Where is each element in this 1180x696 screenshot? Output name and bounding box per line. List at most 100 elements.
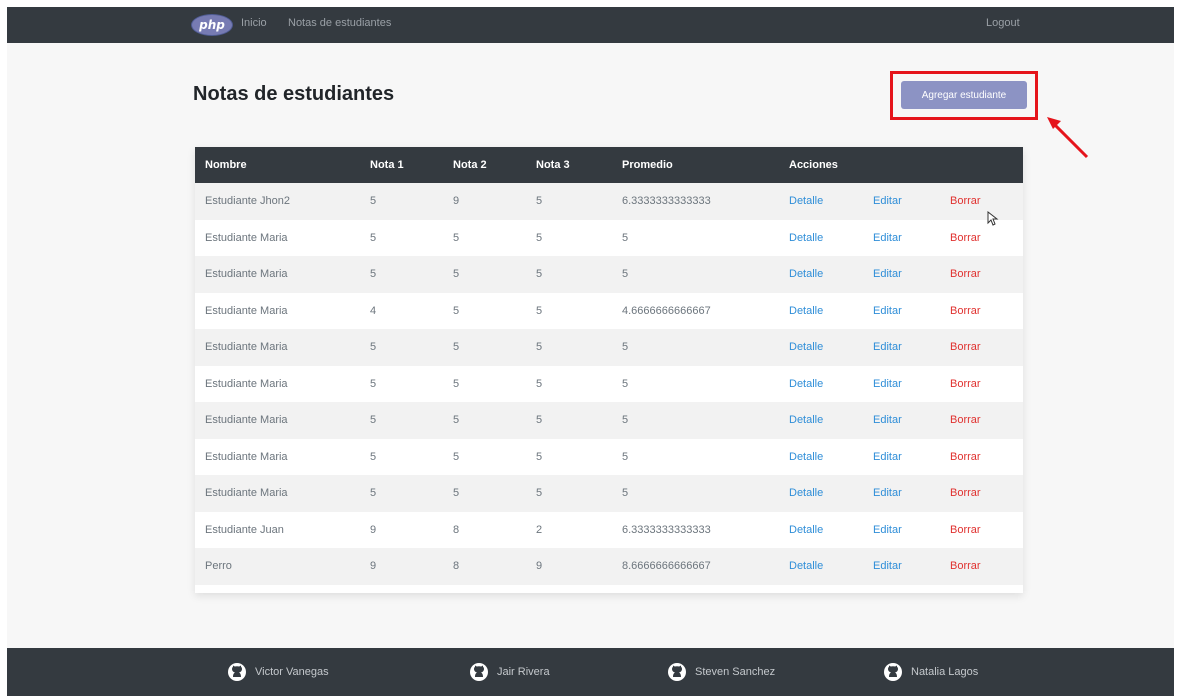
cell-nota3: 5: [536, 487, 543, 500]
table-row: Estudiante Maria 5 5 5 5 Detalle Editar …: [195, 365, 1023, 402]
footer-author-link[interactable]: Jair Rivera: [469, 662, 550, 682]
cell-nota1: 5: [370, 450, 377, 463]
footer-author-link[interactable]: Steven Sanchez: [667, 662, 775, 682]
table-row: Estudiante Maria 5 5 5 5 Detalle Editar …: [195, 402, 1023, 439]
table-row: Estudiante Maria 5 5 5 5 Detalle Editar …: [195, 438, 1023, 475]
delete-link[interactable]: Borrar: [950, 560, 981, 572]
edit-link[interactable]: Editar: [873, 524, 902, 536]
cell-nota2: 8: [453, 560, 460, 573]
cell-promedio: 5: [622, 268, 629, 281]
cell-promedio: 6.3333333333333: [622, 195, 711, 208]
cell-nota2: 5: [453, 268, 460, 281]
table-row: Estudiante Maria 5 5 5 5 Detalle Editar …: [195, 256, 1023, 293]
delete-link[interactable]: Borrar: [950, 378, 981, 390]
cell-nota3: 9: [536, 560, 543, 573]
delete-link[interactable]: Borrar: [950, 268, 981, 280]
edit-link[interactable]: Editar: [873, 268, 902, 280]
table-row: Estudiante Jhon2 5 9 5 6.3333333333333 D…: [195, 183, 1023, 220]
edit-link[interactable]: Editar: [873, 195, 902, 207]
github-icon: [668, 663, 686, 681]
footer-author-link[interactable]: Victor Vanegas: [227, 662, 329, 682]
table-body: Estudiante Jhon2 5 9 5 6.3333333333333 D…: [195, 183, 1023, 585]
header-nota3: Nota 3: [536, 159, 570, 171]
edit-link[interactable]: Editar: [873, 305, 902, 317]
edit-link[interactable]: Editar: [873, 487, 902, 499]
cell-nota3: 5: [536, 231, 543, 244]
delete-link[interactable]: Borrar: [950, 414, 981, 426]
header-nota2: Nota 2: [453, 159, 487, 171]
top-navbar: php Inicio Notas de estudiantes Logout: [7, 7, 1174, 43]
table-header-row: Nombre Nota 1 Nota 2 Nota 3 Promedio Acc…: [195, 147, 1023, 183]
cell-nota3: 2: [536, 523, 543, 536]
edit-link[interactable]: Editar: [873, 232, 902, 244]
header-acciones: Acciones: [789, 159, 838, 171]
header-empty: [940, 147, 1023, 183]
header-nota1: Nota 1: [370, 159, 404, 171]
header-empty: [863, 147, 940, 183]
edit-link[interactable]: Editar: [873, 378, 902, 390]
detail-link[interactable]: Detalle: [789, 268, 823, 280]
cell-nota1: 4: [370, 304, 377, 317]
header-name: Nombre: [205, 159, 247, 171]
cell-nota2: 5: [453, 231, 460, 244]
detail-link[interactable]: Detalle: [789, 451, 823, 463]
detail-link[interactable]: Detalle: [789, 341, 823, 353]
delete-link[interactable]: Borrar: [950, 487, 981, 499]
cell-name: Perro: [205, 560, 232, 573]
cell-nota1: 5: [370, 377, 377, 390]
edit-link[interactable]: Editar: [873, 414, 902, 426]
footer-author-name: Jair Rivera: [497, 666, 550, 678]
cell-name: Estudiante Maria: [205, 268, 288, 281]
cell-nota2: 5: [453, 450, 460, 463]
cell-nota3: 5: [536, 377, 543, 390]
table-row: Estudiante Juan 9 8 2 6.3333333333333 De…: [195, 511, 1023, 548]
github-icon: [884, 663, 902, 681]
page-title: Notas de estudiantes: [193, 83, 395, 105]
detail-link[interactable]: Detalle: [789, 232, 823, 244]
cell-nota2: 5: [453, 304, 460, 317]
detail-link[interactable]: Detalle: [789, 305, 823, 317]
delete-link[interactable]: Borrar: [950, 451, 981, 463]
edit-link[interactable]: Editar: [873, 451, 902, 463]
cell-nota3: 5: [536, 195, 543, 208]
cell-nota2: 5: [453, 377, 460, 390]
footer-author-name: Steven Sanchez: [695, 666, 776, 678]
table-row: Estudiante Maria 5 5 5 5 Detalle Editar …: [195, 329, 1023, 366]
cell-promedio: 5: [622, 450, 629, 463]
detail-link[interactable]: Detalle: [789, 195, 823, 207]
cell-nota3: 5: [536, 450, 543, 463]
delete-link[interactable]: Borrar: [950, 232, 981, 244]
cell-promedio: 6.3333333333333: [622, 523, 711, 536]
nav-link-notes[interactable]: Notas de estudiantes: [288, 17, 391, 29]
cell-promedio: 8.6666666666667: [622, 560, 711, 573]
nav-link-logout[interactable]: Logout: [986, 17, 1020, 29]
cell-name: Estudiante Maria: [205, 231, 288, 244]
php-logo[interactable]: php: [191, 14, 233, 36]
delete-link[interactable]: Borrar: [950, 305, 981, 317]
cell-promedio: 5: [622, 377, 629, 390]
delete-link[interactable]: Borrar: [950, 524, 981, 536]
edit-link[interactable]: Editar: [873, 560, 902, 572]
cell-name: Estudiante Juan: [205, 523, 284, 536]
footer-author-link[interactable]: Natalia Lagos: [883, 662, 978, 682]
delete-link[interactable]: Borrar: [950, 341, 981, 353]
detail-link[interactable]: Detalle: [789, 524, 823, 536]
footer: Victor Vanegas Jair Rivera Steven Sanche…: [7, 648, 1174, 696]
detail-link[interactable]: Detalle: [789, 487, 823, 499]
detail-link[interactable]: Detalle: [789, 414, 823, 426]
cell-nota1: 9: [370, 560, 377, 573]
cell-nota3: 5: [536, 304, 543, 317]
delete-link[interactable]: Borrar: [950, 195, 981, 207]
cell-nota2: 5: [453, 341, 460, 354]
edit-link[interactable]: Editar: [873, 341, 902, 353]
annotation-arrow-icon: [1047, 117, 1089, 159]
table-row: Estudiante Maria 5 5 5 5 Detalle Editar …: [195, 219, 1023, 256]
cell-nota3: 5: [536, 414, 543, 427]
nav-link-home[interactable]: Inicio: [241, 17, 267, 29]
cell-promedio: 5: [622, 487, 629, 500]
detail-link[interactable]: Detalle: [789, 378, 823, 390]
detail-link[interactable]: Detalle: [789, 560, 823, 572]
highlight-annotation-box: [890, 71, 1038, 120]
cell-name: Estudiante Maria: [205, 304, 288, 317]
cell-nota1: 5: [370, 487, 377, 500]
